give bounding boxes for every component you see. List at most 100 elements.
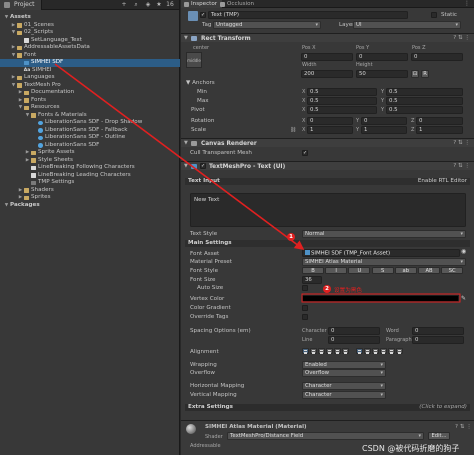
blueprint-mode-button[interactable]: ⊡	[411, 70, 419, 78]
expand-arrow-icon[interactable]: ▼	[184, 140, 188, 146]
pivot-y-field[interactable]: 0.5	[386, 106, 463, 114]
color-gradient-checkbox[interactable]	[302, 305, 308, 311]
vertical-mapping-dropdown[interactable]: Character	[302, 391, 386, 399]
text-input-area[interactable]: New Text	[190, 193, 466, 227]
more-icon[interactable]: ⋮	[464, 0, 470, 8]
expanded-arrow-icon[interactable]: ▼	[18, 104, 23, 112]
character-spacing-field[interactable]: 0	[328, 327, 380, 335]
star-icon[interactable]: ★	[155, 1, 163, 9]
tree-item[interactable]: LiberationSans SDF - Fallback	[0, 127, 180, 135]
tree-item[interactable]: ▶ AddressableAssetsData	[0, 44, 180, 52]
align-top-icon[interactable]	[356, 348, 363, 354]
tree-item[interactable]: LineBreaking Leading Characters	[0, 172, 180, 180]
extra-settings-bar[interactable]: Extra Settings (Click to expand)	[185, 404, 470, 411]
material-preset-dropdown[interactable]: SIMHEI Atlas Material	[302, 258, 466, 266]
vertex-color-swatch[interactable]	[302, 295, 459, 302]
collapsed-arrow-icon[interactable]: ▶	[11, 22, 16, 30]
paragraph-spacing-field[interactable]: 0	[412, 336, 464, 344]
eyedropper-icon[interactable]: ✎	[461, 295, 466, 302]
tree-item[interactable]: ▶ Documentation	[0, 89, 180, 97]
active-checkbox[interactable]: ✓	[200, 12, 206, 18]
static-checkbox[interactable]	[431, 12, 437, 18]
align-baseline-icon[interactable]	[380, 348, 387, 354]
tree-item[interactable]: ▶ Languages	[0, 74, 180, 82]
tree-item[interactable]: ▶ Shaders	[0, 187, 180, 195]
tree-item[interactable]: ▼ Resources	[0, 104, 180, 112]
layer-dropdown[interactable]: UI	[353, 21, 461, 29]
tree-item[interactable]: ▶ Style Sheets	[0, 157, 180, 165]
align-middle-icon[interactable]	[364, 348, 371, 354]
override-tags-checkbox[interactable]	[302, 314, 308, 320]
rotation-y-field[interactable]: 0	[361, 117, 407, 125]
wrapping-dropdown[interactable]: Enabled	[302, 361, 386, 369]
pos-z-field[interactable]: 0	[411, 53, 463, 61]
tree-item[interactable]: ▶ 01_Scenes	[0, 22, 180, 30]
raw-edit-button[interactable]: R	[421, 70, 429, 78]
align-flush-icon[interactable]	[334, 348, 341, 354]
component-menu-icon[interactable]: ? ⇅ ⋮	[453, 163, 470, 169]
enable-rtl-button[interactable]: Enable RTL Editor	[418, 178, 467, 185]
collapsed-arrow-icon[interactable]: ▶	[11, 44, 16, 52]
canvas-renderer-header[interactable]: ▼ Canvas Renderer ? ⇅ ⋮	[181, 138, 474, 147]
tree-item[interactable]: ▼ 02_Scripts	[0, 29, 180, 37]
scale-z-field[interactable]: 1	[416, 126, 463, 134]
tree-item[interactable]: SetLanguage_Text	[0, 37, 180, 45]
collapsed-arrow-icon[interactable]: ▶	[25, 149, 30, 157]
pos-y-field[interactable]: 0	[356, 53, 408, 61]
tree-item[interactable]: LiberationSans SDF	[0, 142, 180, 150]
min-y-field[interactable]: 0.5	[386, 88, 463, 96]
line-spacing-field[interactable]: 0	[328, 336, 380, 344]
expanded-arrow-icon[interactable]: ▼	[4, 14, 9, 22]
font-size-field[interactable]: 36	[302, 276, 322, 284]
material-menu-icon[interactable]: ? ⇅ ⋮	[455, 424, 472, 430]
font-style-button[interactable]: AB	[418, 267, 440, 274]
rect-transform-header[interactable]: ▼ Rect Transform ? ⇅ ⋮	[181, 33, 474, 42]
width-field[interactable]: 200	[301, 70, 353, 78]
collapsed-arrow-icon[interactable]: ▶	[11, 74, 16, 82]
text-style-dropdown[interactable]: Normal	[302, 230, 466, 238]
shader-edit-button[interactable]: Edit...	[428, 432, 450, 440]
pivot-x-field[interactable]: 0.5	[307, 106, 377, 114]
align-capline-icon[interactable]	[396, 348, 403, 354]
expanded-arrow-icon[interactable]: ▼	[11, 52, 16, 60]
expanded-arrow-icon[interactable]: ▼	[11, 82, 16, 90]
tree-item[interactable]: ▼ Assets	[0, 14, 180, 22]
align-geometry-icon[interactable]	[342, 348, 349, 354]
font-style-button[interactable]: I	[325, 267, 348, 274]
align-bottom-icon[interactable]	[372, 348, 379, 354]
shader-dropdown[interactable]: TextMeshPro/Distance Field	[227, 432, 424, 440]
tree-item[interactable]: LineBreaking Following Characters	[0, 164, 180, 172]
tree-item[interactable]: ▶ Fonts	[0, 97, 180, 105]
word-spacing-field[interactable]: 0	[412, 327, 464, 335]
collapsed-arrow-icon[interactable]: ▶	[25, 157, 30, 165]
cull-transparent-checkbox[interactable]: ✓	[302, 150, 308, 156]
tree-item[interactable]: TMP Settings	[0, 179, 180, 187]
expand-arrow-icon[interactable]: ▼	[184, 35, 188, 41]
font-style-button[interactable]: S	[371, 267, 394, 274]
align-center-icon[interactable]	[310, 348, 317, 354]
tab-project[interactable]: Project	[0, 0, 42, 10]
component-menu-icon[interactable]: ? ⇅ ⋮	[453, 35, 470, 41]
tree-item[interactable]: ▶ Sprites	[0, 194, 180, 202]
font-asset-field[interactable]: SIMHEI SDF (TMP_Font Asset)	[302, 249, 460, 257]
tree-item[interactable]: Aa SIMHEI	[0, 67, 180, 75]
tree-item[interactable]: LiberationSans SDF - Drop Shadow	[0, 119, 180, 127]
collapsed-arrow-icon[interactable]: ▶	[18, 194, 23, 202]
collapsed-arrow-icon[interactable]: ▶	[18, 187, 23, 195]
horizontal-mapping-dropdown[interactable]: Character	[302, 382, 386, 390]
scale-x-field[interactable]: 1	[307, 126, 353, 134]
align-left-icon[interactable]	[302, 348, 309, 354]
overflow-dropdown[interactable]: Overflow	[302, 369, 386, 377]
max-x-field[interactable]: 0.5	[307, 97, 377, 105]
tab-inspector[interactable]: Inspector	[181, 0, 223, 8]
collapsed-arrow-icon[interactable]: ▶	[18, 97, 23, 105]
font-style-button[interactable]: SC	[441, 267, 464, 274]
max-y-field[interactable]: 0.5	[386, 97, 463, 105]
expanded-arrow-icon[interactable]: ▼	[4, 202, 9, 210]
collapsed-arrow-icon[interactable]: ▶	[18, 89, 23, 97]
tree-item[interactable]: SIMHEI SDF	[0, 59, 180, 67]
scale-y-field[interactable]: 1	[361, 126, 407, 134]
font-style-button[interactable]: B	[302, 267, 324, 274]
anchors-foldout[interactable]: ▼ Anchors	[186, 80, 215, 86]
auto-size-checkbox[interactable]	[302, 285, 308, 291]
